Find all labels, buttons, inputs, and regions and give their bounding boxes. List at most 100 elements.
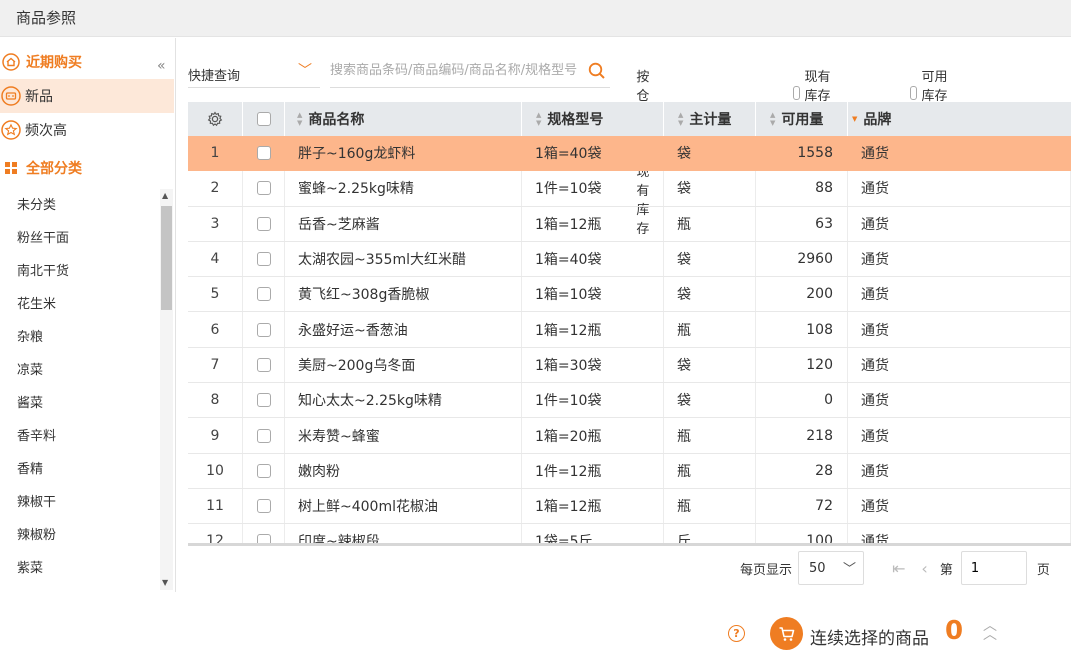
product-unit: 袋 bbox=[664, 277, 756, 312]
product-brand: 通货 bbox=[848, 347, 1071, 383]
product-spec: 1箱=10袋 bbox=[522, 277, 664, 312]
row-checkbox[interactable] bbox=[256, 287, 271, 302]
row-checkbox-cell[interactable] bbox=[243, 383, 285, 418]
table-row[interactable]: 11 树上鲜~400ml花椒油 1箱=12瓶瓶 72 通货 bbox=[188, 488, 1071, 525]
row-checkbox-cell[interactable] bbox=[243, 277, 285, 312]
category-item[interactable]: 南北干货 bbox=[0, 255, 160, 288]
row-checkbox-cell[interactable] bbox=[243, 171, 285, 206]
star-icon bbox=[1, 120, 21, 140]
product-spec: 1箱=20瓶 bbox=[522, 418, 664, 453]
column-unit[interactable]: ▲ ▼ 主计量 bbox=[664, 102, 756, 136]
sidebar-item-frequent[interactable]: 频次高 bbox=[0, 113, 174, 147]
selected-products-count: 0 bbox=[945, 616, 964, 646]
category-item[interactable]: 辣椒粉 bbox=[0, 519, 160, 552]
recent-purchase-header[interactable]: 近期购买 bbox=[0, 48, 82, 76]
search-icon[interactable] bbox=[588, 62, 606, 84]
table-row[interactable]: 9 米寿赞~蜂蜜 1箱=20瓶瓶 218 通货 bbox=[188, 418, 1071, 454]
filter-checkbox[interactable] bbox=[793, 85, 800, 100]
category-item[interactable]: 辣椒干 bbox=[0, 486, 160, 519]
first-page-icon[interactable]: ⇤ bbox=[892, 559, 905, 578]
page-suffix: 页 bbox=[1036, 562, 1050, 578]
collapse-sidebar-icon[interactable]: « bbox=[157, 58, 166, 74]
column-brand[interactable]: ▼ 品牌 bbox=[848, 102, 1071, 136]
row-checkbox-cell[interactable] bbox=[243, 524, 285, 543]
product-spec: 1箱=12瓶 bbox=[522, 312, 664, 347]
product-qty: 72 bbox=[756, 488, 848, 524]
column-settings[interactable] bbox=[188, 102, 243, 136]
footer: ? 连续选择的商品 0 ︿ ︿ bbox=[0, 592, 1071, 672]
row-checkbox-cell[interactable] bbox=[243, 453, 285, 488]
category-item[interactable]: 花生米 bbox=[0, 288, 160, 321]
row-checkbox[interactable] bbox=[256, 252, 271, 267]
row-checkbox-cell[interactable] bbox=[243, 347, 285, 383]
column-qty[interactable]: ▲ ▼ 可用量 bbox=[756, 102, 848, 136]
cart-button[interactable] bbox=[770, 617, 803, 650]
gear-icon[interactable] bbox=[207, 111, 223, 127]
table-row[interactable]: 3 岳香~芝麻酱 1箱=12瓶瓶 63 通货 bbox=[188, 206, 1071, 242]
category-item[interactable]: 香辛料 bbox=[0, 420, 160, 453]
column-header-label: 品牌 bbox=[863, 112, 892, 128]
help-icon[interactable]: ? bbox=[728, 625, 745, 642]
column-spec[interactable]: ▲ ▼ 规格型号 bbox=[522, 102, 664, 136]
filter-checkbox[interactable] bbox=[910, 85, 917, 100]
row-checkbox-cell[interactable] bbox=[243, 136, 285, 171]
product-name: 印度~辣椒段 bbox=[285, 524, 522, 543]
row-checkbox-cell[interactable] bbox=[243, 312, 285, 347]
chevron-down-icon: ﹀ bbox=[298, 63, 312, 79]
category-item[interactable]: 紫菜 bbox=[0, 552, 160, 585]
table-row[interactable]: 4 太湖农园~355ml大红米醋 1箱=40袋袋 2960 通货 bbox=[188, 241, 1071, 278]
row-checkbox[interactable] bbox=[256, 146, 271, 161]
product-name: 米寿赞~蜂蜜 bbox=[285, 418, 522, 453]
row-number: 6 bbox=[188, 312, 243, 347]
row-checkbox[interactable] bbox=[256, 181, 271, 196]
category-item[interactable]: 香精 bbox=[0, 453, 160, 486]
row-checkbox[interactable] bbox=[256, 357, 271, 372]
row-checkbox[interactable] bbox=[256, 216, 271, 231]
category-scrollbar[interactable]: ▲ ▼ bbox=[160, 189, 173, 590]
table-row[interactable]: 6 永盛好运~香葱油 1箱=12瓶瓶 108 通货 bbox=[188, 312, 1071, 348]
row-checkbox[interactable] bbox=[256, 393, 271, 408]
grid-horizontal-scrollbar[interactable] bbox=[188, 543, 1071, 546]
search-input[interactable] bbox=[330, 54, 610, 88]
row-checkbox[interactable] bbox=[256, 534, 271, 543]
row-checkbox[interactable] bbox=[256, 463, 271, 478]
table-row[interactable]: 5 黄飞红~308g香脆椒 1箱=10袋袋 200 通货 bbox=[188, 277, 1071, 313]
scrollbar-thumb[interactable] bbox=[161, 206, 172, 310]
product-unit: 瓶 bbox=[664, 418, 756, 453]
category-item[interactable]: 杂粮 bbox=[0, 321, 160, 354]
scroll-down-icon[interactable]: ▼ bbox=[162, 578, 168, 587]
category-item[interactable]: 未分类 bbox=[0, 189, 160, 222]
select-all-cell[interactable] bbox=[243, 102, 285, 136]
product-name: 黄飞红~308g香脆椒 bbox=[285, 277, 522, 312]
quick-query-select[interactable]: 快捷查询 ﹀ bbox=[188, 54, 320, 88]
chevron-double-up-icon[interactable]: ︿ ︿ bbox=[983, 619, 997, 642]
sidebar-item-new[interactable]: 新品 bbox=[0, 79, 174, 113]
row-checkbox-cell[interactable] bbox=[243, 206, 285, 241]
table-row[interactable]: 8 知心太太~2.25kg味精 1件=10袋袋 0 通货 bbox=[188, 383, 1071, 419]
product-grid: ▲ ▼ 商品名称 ▲ ▼ 规格型号 ▲ ▼ 主计量 ▲ ▼ 可用量 ▼ 品牌 1 胖子~1… bbox=[188, 102, 1071, 543]
product-unit: 袋 bbox=[664, 347, 756, 383]
row-checkbox[interactable] bbox=[256, 322, 271, 337]
table-row[interactable]: 7 美厨~200g乌冬面 1箱=30袋袋 120 通货 bbox=[188, 347, 1071, 384]
row-checkbox-cell[interactable] bbox=[243, 241, 285, 277]
table-row[interactable]: 1 胖子~160g龙虾料 1箱=40袋袋 1558 通货 bbox=[188, 136, 1071, 172]
column-name[interactable]: ▲ ▼ 商品名称 bbox=[285, 102, 522, 136]
row-checkbox-cell[interactable] bbox=[243, 418, 285, 453]
page-input[interactable] bbox=[960, 551, 1027, 585]
product-brand: 通货 bbox=[848, 453, 1071, 488]
row-checkbox-cell[interactable] bbox=[243, 488, 285, 524]
category-item[interactable]: 粉丝干面 bbox=[0, 222, 160, 255]
product-spec: 1件=10袋 bbox=[522, 171, 664, 206]
category-item[interactable]: 酱菜 bbox=[0, 387, 160, 420]
category-item[interactable]: 凉菜 bbox=[0, 354, 160, 387]
all-categories-header[interactable]: 全部分类 bbox=[0, 154, 82, 182]
scroll-up-icon[interactable]: ▲ bbox=[162, 191, 168, 200]
table-row[interactable]: 10 嫩肉粉 1件=12瓶瓶 28 通货 bbox=[188, 453, 1071, 489]
table-row[interactable]: 12 印度~辣椒段 1袋=5斤斤 100 通货 bbox=[188, 524, 1071, 543]
table-row[interactable]: 2 蜜蜂~2.25kg味精 1件=10袋袋 88 通货 bbox=[188, 171, 1071, 207]
prev-page-icon[interactable]: ‹ bbox=[921, 559, 927, 578]
row-checkbox[interactable] bbox=[256, 499, 271, 514]
per-page-select[interactable]: 50 ﹀ bbox=[798, 551, 865, 585]
row-checkbox[interactable] bbox=[256, 428, 271, 443]
select-all-checkbox[interactable] bbox=[256, 112, 271, 126]
